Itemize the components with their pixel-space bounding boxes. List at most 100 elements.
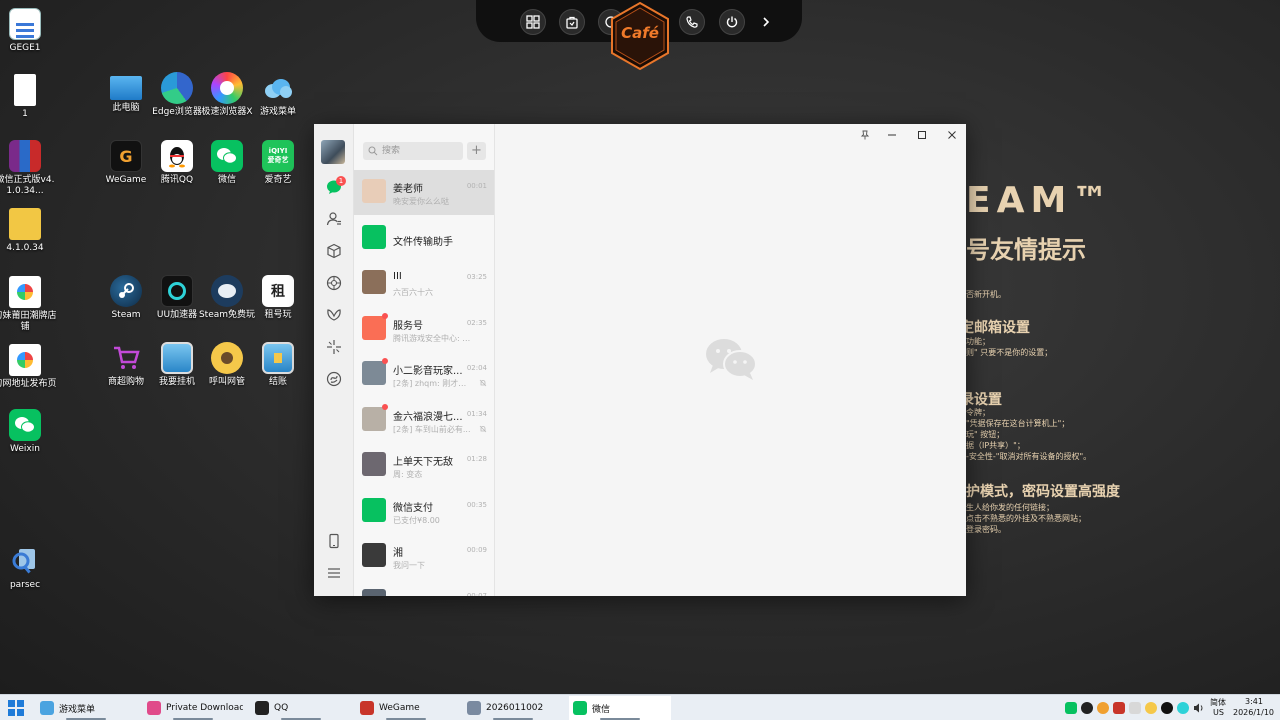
call-admin-icon [211, 342, 243, 374]
windows-logo-icon [8, 700, 15, 707]
volume-icon[interactable] [1193, 702, 1205, 714]
desktop-icon-checkout[interactable]: 结账 [246, 342, 310, 388]
power-button[interactable] [719, 9, 745, 35]
shopping-cart-icon [110, 342, 142, 374]
chat-time: 02:35 [466, 318, 487, 327]
chat-avatar [362, 179, 386, 203]
desktop-icon-folder[interactable]: 4.1.0.34 [0, 208, 57, 254]
add-button[interactable]: + [467, 142, 486, 160]
sparkle-icon [327, 340, 341, 354]
taskbar-app-icon [360, 701, 374, 715]
nav-phone[interactable] [325, 532, 343, 550]
chat-list-item[interactable]: 小二影音玩家... 02:04 [2条] zhqm: 刚才一... [354, 352, 494, 397]
call-button[interactable] [679, 9, 705, 35]
desktop-icon-parsec[interactable]: parsec [0, 545, 57, 591]
taskbar-app-button[interactable]: QQ [251, 696, 351, 720]
expand-button[interactable] [758, 12, 774, 32]
clock-date[interactable]: 2026/1/10 [1233, 708, 1274, 717]
nav-menu[interactable] [325, 564, 343, 582]
chat-list-item[interactable]: 金六福浪漫七... 01:34 [2条] 车到山前必有... [354, 398, 494, 443]
tray-app-icon[interactable] [1161, 702, 1173, 714]
blank-file-icon [14, 74, 36, 106]
taskbar-app-button[interactable]: WeGame [356, 696, 456, 720]
checkout-monitor-icon [262, 342, 294, 374]
nav-contacts[interactable] [325, 210, 343, 228]
tray-wegame-icon[interactable] [1097, 702, 1109, 714]
chat-list-item[interactable]: 服务号 02:35 腾讯游戏安全中心: 腾讯... [354, 307, 494, 352]
document-blue-icon [9, 8, 41, 40]
desktop-icon-daomei-shop[interactable]: 刀妹莆田潮牌店铺 [0, 276, 57, 333]
tray-qq-icon[interactable] [1081, 702, 1093, 714]
notice-heading: 护模式，密码设置高强度 [966, 484, 1120, 500]
notice-heading: 号友情提示 [966, 236, 1086, 264]
chat-name: 服务号 [393, 320, 423, 332]
hamburger-menu-icon [328, 568, 340, 578]
user-avatar[interactable] [321, 140, 345, 164]
taskbar-app-button[interactable]: Private Download... [143, 696, 243, 720]
tray-app-icon[interactable] [1113, 702, 1125, 714]
chat-list-item[interactable]: III 03:25 六百六十六 [354, 261, 494, 306]
steam-wordmark: EAM™ [966, 180, 1115, 221]
taskbar-app-label: 游戏菜单 [59, 704, 96, 715]
bag-icon [566, 16, 578, 29]
nav-search[interactable] [325, 338, 343, 356]
cafe-logo[interactable]: Café [610, 1, 670, 71]
search-input[interactable]: 搜索 [363, 142, 463, 160]
chat-list-panel: 搜索 + 姜老师 00:01 晚安爱你么么哒文件传输助手 III 03:25 六百六十六服… [354, 124, 495, 596]
chat-list-item[interactable]: 文件传输助手 [354, 216, 494, 261]
desktop-icon-iqiyi[interactable]: iQIYI 爱奇艺 爱奇艺 [246, 140, 310, 186]
chat-list-item[interactable]: 微信支付 00:35 已支付¥8.00 [354, 489, 494, 534]
desktop-icon-weixin[interactable]: Weixin [0, 409, 57, 455]
chat-avatar [362, 497, 386, 522]
chat-preview: 我问一下 [393, 561, 425, 570]
chat-name: 上单天下无敌 [393, 457, 453, 468]
keyboard-layout[interactable]: US [1213, 708, 1224, 717]
desktop-icon-wechat-installer[interactable]: 微信正式版v4.1.0.34... [0, 140, 57, 197]
nav-favorites[interactable] [325, 242, 343, 260]
close-button[interactable] [945, 128, 959, 142]
taskbar-app-icon [40, 701, 54, 715]
desktop-icon-1[interactable]: 1 [0, 74, 57, 120]
chat-list-item[interactable]: 湘 00:09 我问一下 [354, 534, 494, 579]
desktop-icon-gege1[interactable]: GEGE1 [0, 8, 57, 54]
nav-channels[interactable] [325, 306, 343, 324]
taskbar-app-button[interactable]: 2026011002 [463, 696, 563, 720]
chat-name: 微信支付 [393, 502, 433, 514]
chat-avatar [362, 224, 386, 249]
qq-penguin-icon [161, 140, 193, 172]
channels-icon [327, 309, 341, 321]
tray-network-icon[interactable] [1177, 702, 1189, 714]
desktop-icon-rent[interactable]: 租 租号玩 [246, 275, 310, 321]
chat-list-item[interactable]: A首全回收176...00:07 [354, 580, 494, 596]
rent-account-icon: 租 [262, 275, 294, 307]
chat-preview: 晚安爱你么么哒 [393, 197, 449, 206]
nav-moments[interactable] [325, 274, 343, 292]
chat-avatar [362, 588, 386, 596]
nav-mini-programs[interactable] [325, 370, 343, 388]
desktop-icon-daowang[interactable]: 刀网地址发布页 [0, 344, 57, 390]
folder-icon [9, 208, 41, 240]
start-button[interactable] [8, 700, 24, 716]
tray-admin-icon[interactable] [1145, 702, 1157, 714]
chat-list-item[interactable]: 姜老师 00:01 晚安爱你么么哒 [354, 170, 494, 215]
wechat-icon [9, 409, 41, 441]
tray-wechat-icon[interactable] [1065, 702, 1077, 714]
chat-list-item[interactable]: 上单天下无敌 01:28 周: 变态 [354, 443, 494, 488]
taskbar-app-button[interactable]: 游戏菜单 [36, 696, 136, 720]
chat-name: 文件传输助手 [393, 236, 453, 248]
apps-button[interactable] [520, 9, 546, 35]
desktop-icon-game-menu[interactable]: 游戏菜单 [246, 72, 310, 118]
maximize-button[interactable] [915, 128, 929, 142]
unread-dot [382, 403, 388, 410]
wechat-window: 1 搜索 + 姜老师 00:01 晚安爱你么么哒 文件传输助手 III 03:25 [314, 124, 966, 596]
tray-app-icon[interactable] [1129, 702, 1141, 714]
input-language[interactable]: 简体 [1210, 697, 1226, 708]
minimize-button[interactable] [885, 128, 899, 142]
clock-time[interactable]: 3:41 [1245, 697, 1263, 706]
chat-time: 00:35 [466, 500, 487, 509]
speed-browser-icon [211, 72, 243, 104]
shop-button[interactable] [559, 9, 585, 35]
pin-button[interactable] [858, 128, 872, 142]
taskbar-app-button[interactable]: 微信 [569, 696, 671, 720]
chat-preview: 周: 变态 [393, 470, 423, 479]
